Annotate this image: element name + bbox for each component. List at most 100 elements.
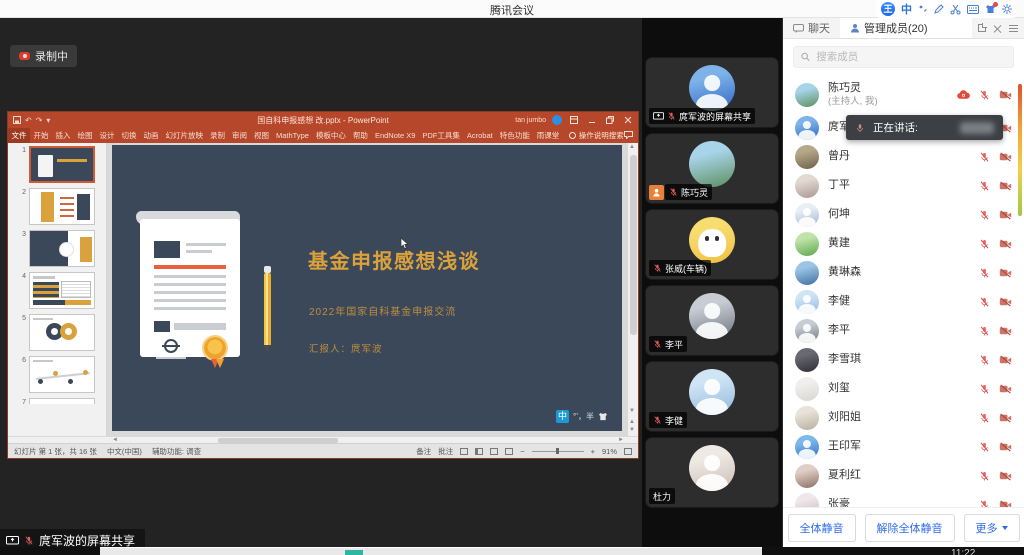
video-tile[interactable]: 庹军波的屏幕共享 — [645, 57, 779, 128]
slide-canvas[interactable]: 基金申报感想浅谈 2022年国家自科基金申报交流 汇报人：庹军波 中 °’，半 — [112, 145, 622, 431]
video-tile[interactable]: 杜力 — [645, 437, 779, 508]
video-tile[interactable]: 张威(车辆) — [645, 209, 779, 280]
camera-off-icon[interactable] — [999, 268, 1012, 278]
camera-off-icon[interactable] — [999, 413, 1012, 423]
zoom-in-icon[interactable]: + — [591, 447, 595, 456]
hscrollbar-thumb[interactable] — [218, 438, 338, 443]
zoom-level[interactable]: 91% — [602, 447, 617, 456]
slide-thumbnail[interactable]: 7 — [18, 398, 102, 404]
punctuation-icon[interactable] — [918, 4, 928, 14]
muted-mic-icon[interactable] — [979, 238, 990, 250]
tab-chat[interactable]: 聊天 — [783, 18, 840, 38]
redo-icon[interactable]: ↷ — [36, 116, 43, 125]
tab-manage-members[interactable]: 管理成员(20) — [840, 18, 972, 38]
scissors-icon[interactable] — [950, 4, 961, 15]
member-row[interactable]: 丁平 — [795, 171, 1012, 200]
keyboard-icon[interactable] — [967, 5, 979, 14]
zoom-out-icon[interactable]: − — [520, 447, 524, 456]
more-button[interactable]: 更多 — [964, 514, 1020, 542]
reading-view-icon[interactable] — [490, 448, 498, 455]
muted-mic-icon[interactable] — [979, 296, 990, 308]
ribbon-tab[interactable]: 插入 — [52, 128, 74, 143]
slide-thumbnail-preview[interactable] — [29, 188, 95, 225]
ribbon-tab[interactable]: 录制 — [207, 128, 229, 143]
minimize-icon[interactable] — [586, 115, 598, 125]
undo-icon[interactable]: ↶ — [25, 116, 32, 125]
muted-mic-icon[interactable] — [979, 151, 990, 163]
member-row[interactable]: 张豪 — [795, 490, 1012, 507]
camera-off-icon[interactable] — [999, 384, 1012, 394]
language-status[interactable]: 中文(中国) — [107, 446, 142, 457]
slide-thumbnail-preview[interactable] — [29, 398, 95, 404]
restore-icon[interactable] — [604, 115, 616, 125]
scroll-left-icon[interactable]: ◄ — [112, 437, 118, 443]
skin-icon[interactable] — [985, 4, 996, 14]
camera-off-icon[interactable] — [999, 355, 1012, 365]
muted-mic-icon[interactable] — [979, 354, 990, 366]
muted-mic-icon[interactable] — [979, 470, 990, 482]
muted-mic-icon[interactable] — [979, 89, 990, 101]
slide-thumbnail[interactable]: 2 — [18, 188, 102, 225]
accessibility-status[interactable]: 辅助功能: 调查 — [152, 446, 201, 457]
member-row[interactable]: 李雪琪 — [795, 345, 1012, 374]
ribbon-tab[interactable]: 特色功能 — [496, 128, 533, 143]
slide-thumbnail-panel[interactable]: 1 2 3 4 5 6 7 — [8, 143, 107, 436]
quick-access-toolbar[interactable]: ↶ ↷ ▾ — [8, 116, 50, 125]
ribbon-tab[interactable]: 帮助 — [349, 128, 371, 143]
camera-off-icon[interactable] — [999, 297, 1012, 307]
member-row[interactable]: 何坤 — [795, 200, 1012, 229]
slideshow-view-icon[interactable] — [505, 448, 513, 455]
camera-off-icon[interactable] — [999, 90, 1012, 100]
scrollbar-thumb[interactable] — [630, 155, 637, 335]
muted-mic-icon[interactable] — [979, 383, 990, 395]
ribbon-tab[interactable]: 视图 — [251, 128, 273, 143]
ribbon-tab[interactable]: 开始 — [30, 128, 52, 143]
scroll-up-icon[interactable]: ▲ — [629, 144, 635, 150]
ribbon-tab[interactable]: 动画 — [140, 128, 162, 143]
muted-mic-icon[interactable] — [979, 412, 990, 424]
slide-thumbnail[interactable]: 6 — [18, 356, 102, 393]
save-icon[interactable] — [13, 116, 21, 124]
os-taskbar[interactable]: 11:22 — [0, 547, 1024, 555]
scroll-right-icon[interactable]: ► — [618, 437, 624, 443]
member-row[interactable]: 曾丹 — [795, 142, 1012, 171]
slide-thumbnail[interactable]: 3 — [18, 230, 102, 267]
muted-mic-icon[interactable] — [979, 180, 990, 192]
account-name[interactable]: tan jumbo — [515, 117, 546, 124]
qat-dropdown-icon[interactable]: ▾ — [46, 116, 50, 125]
sorter-view-icon[interactable] — [475, 448, 483, 455]
member-row[interactable]: 王印军 — [795, 432, 1012, 461]
sogou-logo-icon[interactable]: 王 — [881, 2, 895, 16]
camera-off-icon[interactable] — [999, 442, 1012, 452]
member-search-input[interactable] — [816, 51, 1006, 63]
fit-to-window-icon[interactable] — [624, 448, 632, 455]
comments-button[interactable] — [624, 131, 638, 141]
member-row[interactable]: 陈巧灵 (主持人, 我) — [795, 77, 1012, 113]
ribbon-tab[interactable]: 审阅 — [229, 128, 251, 143]
camera-off-icon[interactable] — [999, 239, 1012, 249]
camera-off-icon[interactable] — [999, 500, 1012, 508]
slide-thumbnail-preview[interactable] — [29, 146, 95, 183]
member-row[interactable]: 李平 — [795, 316, 1012, 345]
member-list-scrollbar[interactable] — [1018, 84, 1022, 216]
scroll-down-icon[interactable]: ▼ — [629, 408, 635, 414]
muted-mic-icon[interactable] — [979, 325, 990, 337]
camera-off-icon[interactable] — [999, 210, 1012, 220]
slide-thumbnail-preview[interactable] — [29, 314, 95, 351]
ime-toolbar[interactable]: 王 中 — [877, 0, 1016, 18]
settings-gear-icon[interactable] — [1002, 4, 1012, 14]
ribbon-tab[interactable]: 设计 — [96, 128, 118, 143]
muted-mic-icon[interactable] — [979, 209, 990, 221]
ribbon-display-icon[interactable] — [568, 115, 580, 125]
ribbon-tab[interactable]: 幻灯片放映 — [162, 128, 207, 143]
slide-editing-area[interactable]: 基金申报感想浅谈 2022年国家自科基金申报交流 汇报人：庹军波 中 °’，半 — [107, 143, 627, 436]
slide-thumbnail[interactable]: 4 — [18, 272, 102, 309]
ribbon-tab[interactable]: 文件 — [8, 128, 30, 143]
member-row[interactable]: 刘阳姐 — [795, 403, 1012, 432]
comments-toggle[interactable]: 批注 — [438, 446, 453, 457]
slide-thumbnail-preview[interactable] — [29, 272, 95, 309]
camera-off-icon[interactable] — [999, 326, 1012, 336]
horizontal-scrollbar[interactable]: ◄ ► — [8, 436, 638, 443]
mute-all-button[interactable]: 全体静音 — [788, 514, 856, 542]
ribbon-tab[interactable]: PDF工具集 — [419, 128, 464, 143]
